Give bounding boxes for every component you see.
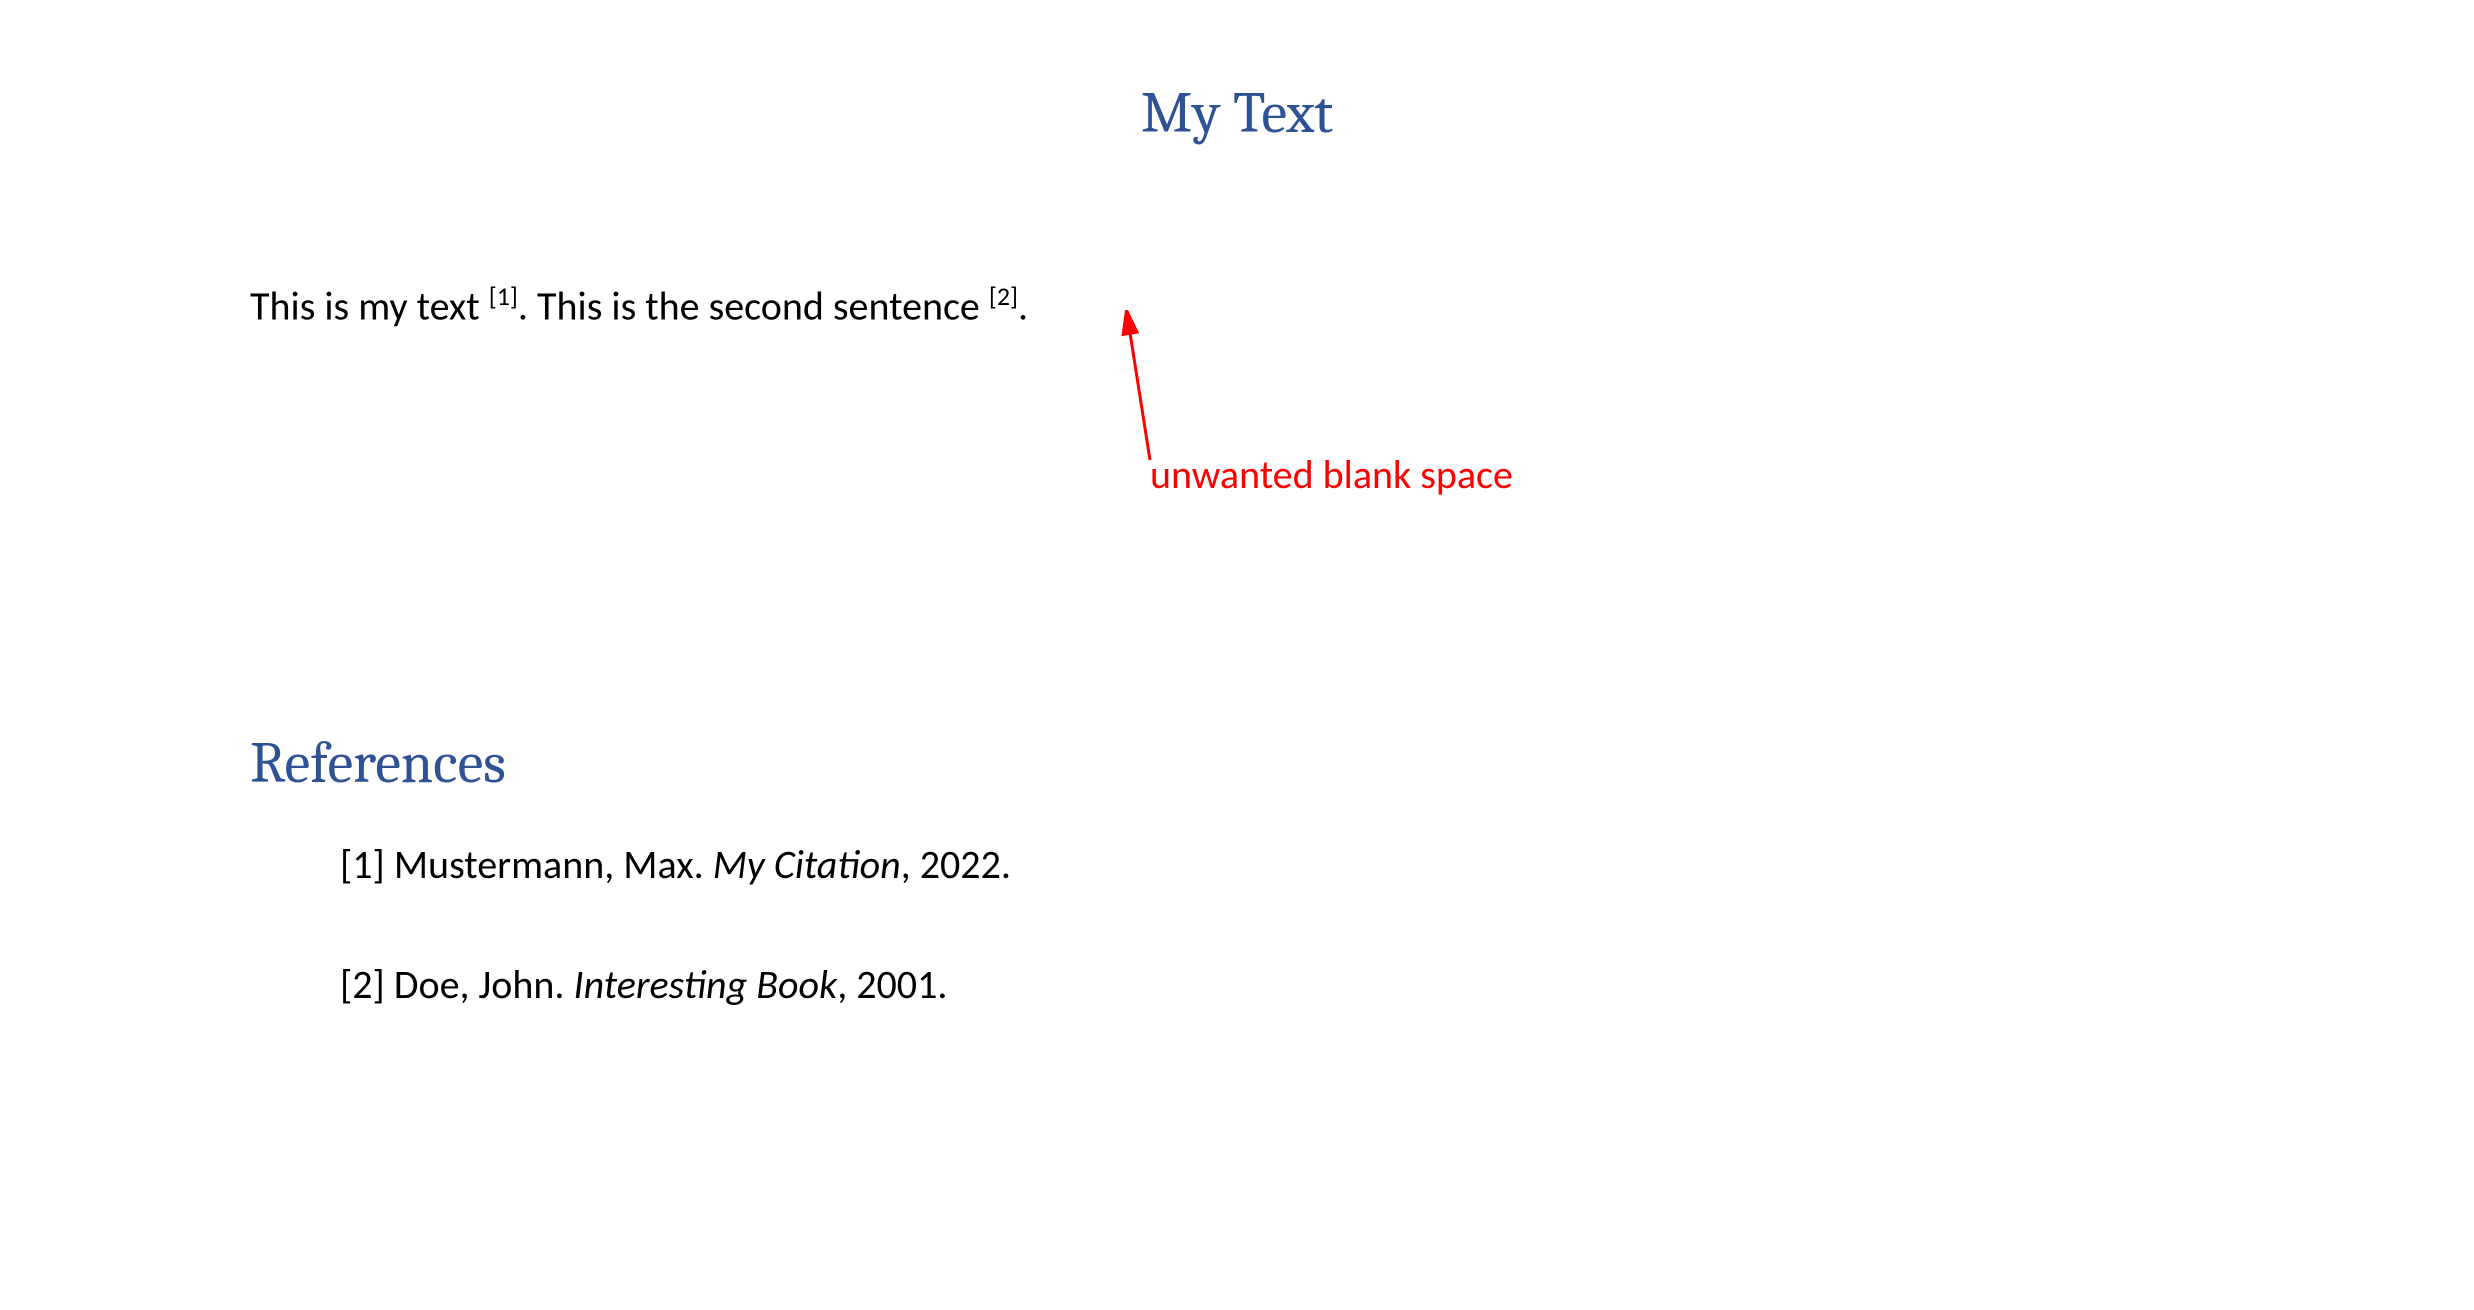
reference-title: My Citation xyxy=(713,840,901,889)
reference-suffix: , 2001. xyxy=(837,960,947,1009)
body-paragraph: This is my text [1]. This is the second … xyxy=(250,280,1028,330)
reference-suffix: , 2022. xyxy=(901,840,1011,889)
reference-item: [2] Doe, John. Interesting Book, 2001. xyxy=(340,960,947,1009)
references-heading: References xyxy=(250,730,506,797)
reference-item: [1] Mustermann, Max. My Citation, 2022. xyxy=(340,840,1011,889)
annotation-label: unwanted blank space xyxy=(1150,450,1513,499)
body-text-part3: . xyxy=(1018,281,1028,330)
reference-author: Doe, John. xyxy=(394,960,574,1009)
annotation-arrow-icon xyxy=(1110,310,1190,470)
reference-number: [2] xyxy=(340,960,394,1009)
reference-number: [1] xyxy=(340,840,394,889)
citation-marker-1: [1] xyxy=(489,280,518,312)
reference-author: Mustermann, Max. xyxy=(394,840,713,889)
reference-title: Interesting Book xyxy=(574,960,838,1009)
body-text-part1: This is my text xyxy=(250,281,489,330)
citation-marker-2: [2] xyxy=(989,280,1018,312)
document-title: My Text xyxy=(0,0,2474,147)
body-text-part2: . This is the second sentence xyxy=(518,281,989,330)
